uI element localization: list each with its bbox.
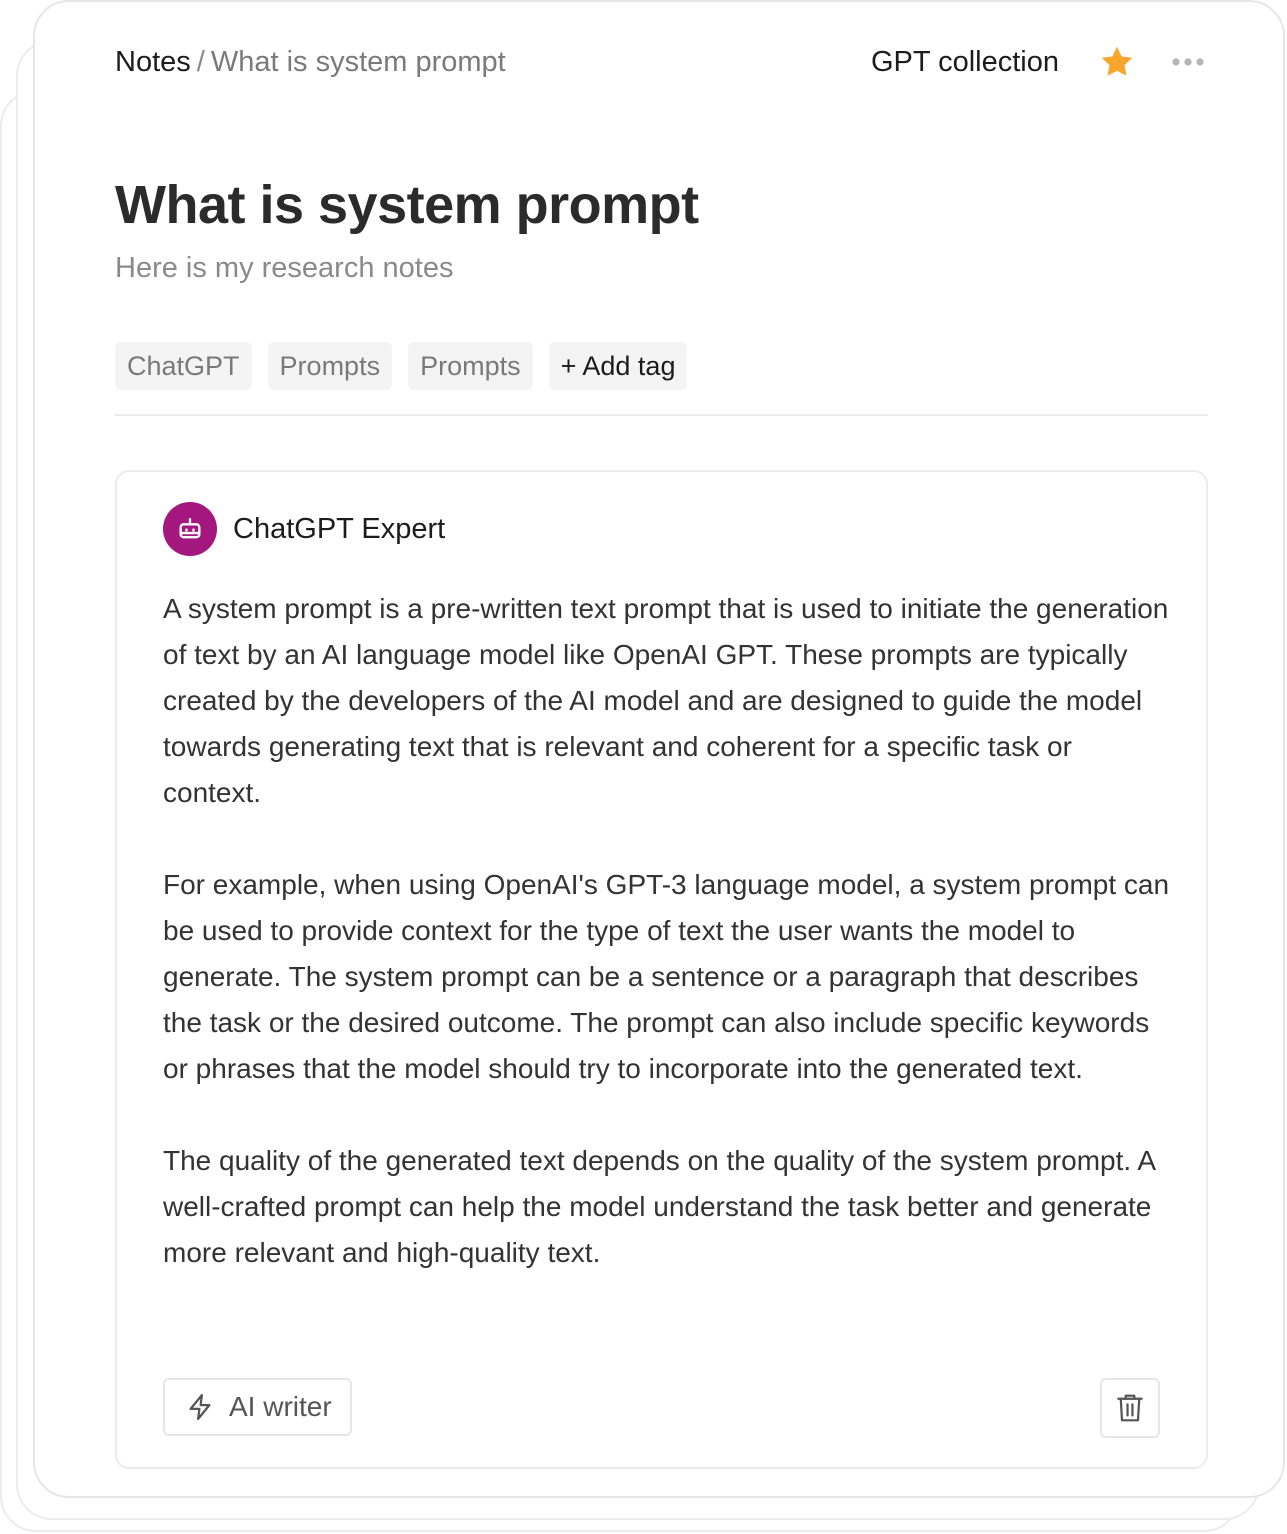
- avatar: [163, 502, 217, 556]
- top-bar: Notes / What is system prompt GPT collecti…: [115, 40, 1205, 84]
- tag-list: ChatGPT Prompts Prompts + Add tag: [115, 342, 688, 390]
- note-content: A system prompt is a pre-written text pr…: [163, 586, 1173, 1276]
- top-actions: GPT collection: [871, 44, 1205, 80]
- ai-writer-label: AI writer: [229, 1391, 332, 1422]
- note-author: ChatGPT Expert: [163, 502, 445, 556]
- author-name: ChatGPT Expert: [233, 512, 446, 545]
- star-icon[interactable]: [1099, 44, 1135, 80]
- breadcrumb-current: What is system prompt: [210, 46, 506, 78]
- note-paragraph: A system prompt is a pre-written text pr…: [163, 593, 1169, 808]
- ai-writer-button[interactable]: AI writer: [163, 1378, 352, 1436]
- divider: [115, 414, 1208, 416]
- tag-chatgpt[interactable]: ChatGPT: [115, 342, 252, 390]
- delete-button[interactable]: [1100, 1378, 1160, 1438]
- trash-icon: [1117, 1394, 1143, 1422]
- note-page-card: Notes / What is system prompt GPT collecti…: [33, 0, 1285, 1498]
- page-subtitle: Here is my research notes: [115, 252, 454, 284]
- add-tag-button[interactable]: + Add tag: [548, 342, 688, 390]
- lightning-icon: [189, 1394, 211, 1420]
- note-card: ChatGPT Expert A system prompt is a pre-…: [115, 470, 1208, 1469]
- breadcrumb: Notes / What is system prompt: [115, 40, 506, 84]
- breadcrumb-notes-link[interactable]: Notes: [115, 46, 191, 78]
- tag-prompts[interactable]: Prompts: [408, 342, 533, 390]
- note-paragraph: The quality of the generated text depend…: [163, 1145, 1155, 1268]
- robot-icon: [179, 517, 201, 539]
- tag-prompts[interactable]: Prompts: [267, 342, 393, 390]
- breadcrumb-separator: /: [196, 46, 205, 78]
- note-paragraph: For example, when using OpenAI's GPT-3 l…: [163, 869, 1170, 1084]
- page-title: What is system prompt: [115, 175, 699, 235]
- collection-link[interactable]: GPT collection: [871, 46, 1059, 79]
- more-horizontal-icon[interactable]: [1171, 57, 1205, 67]
